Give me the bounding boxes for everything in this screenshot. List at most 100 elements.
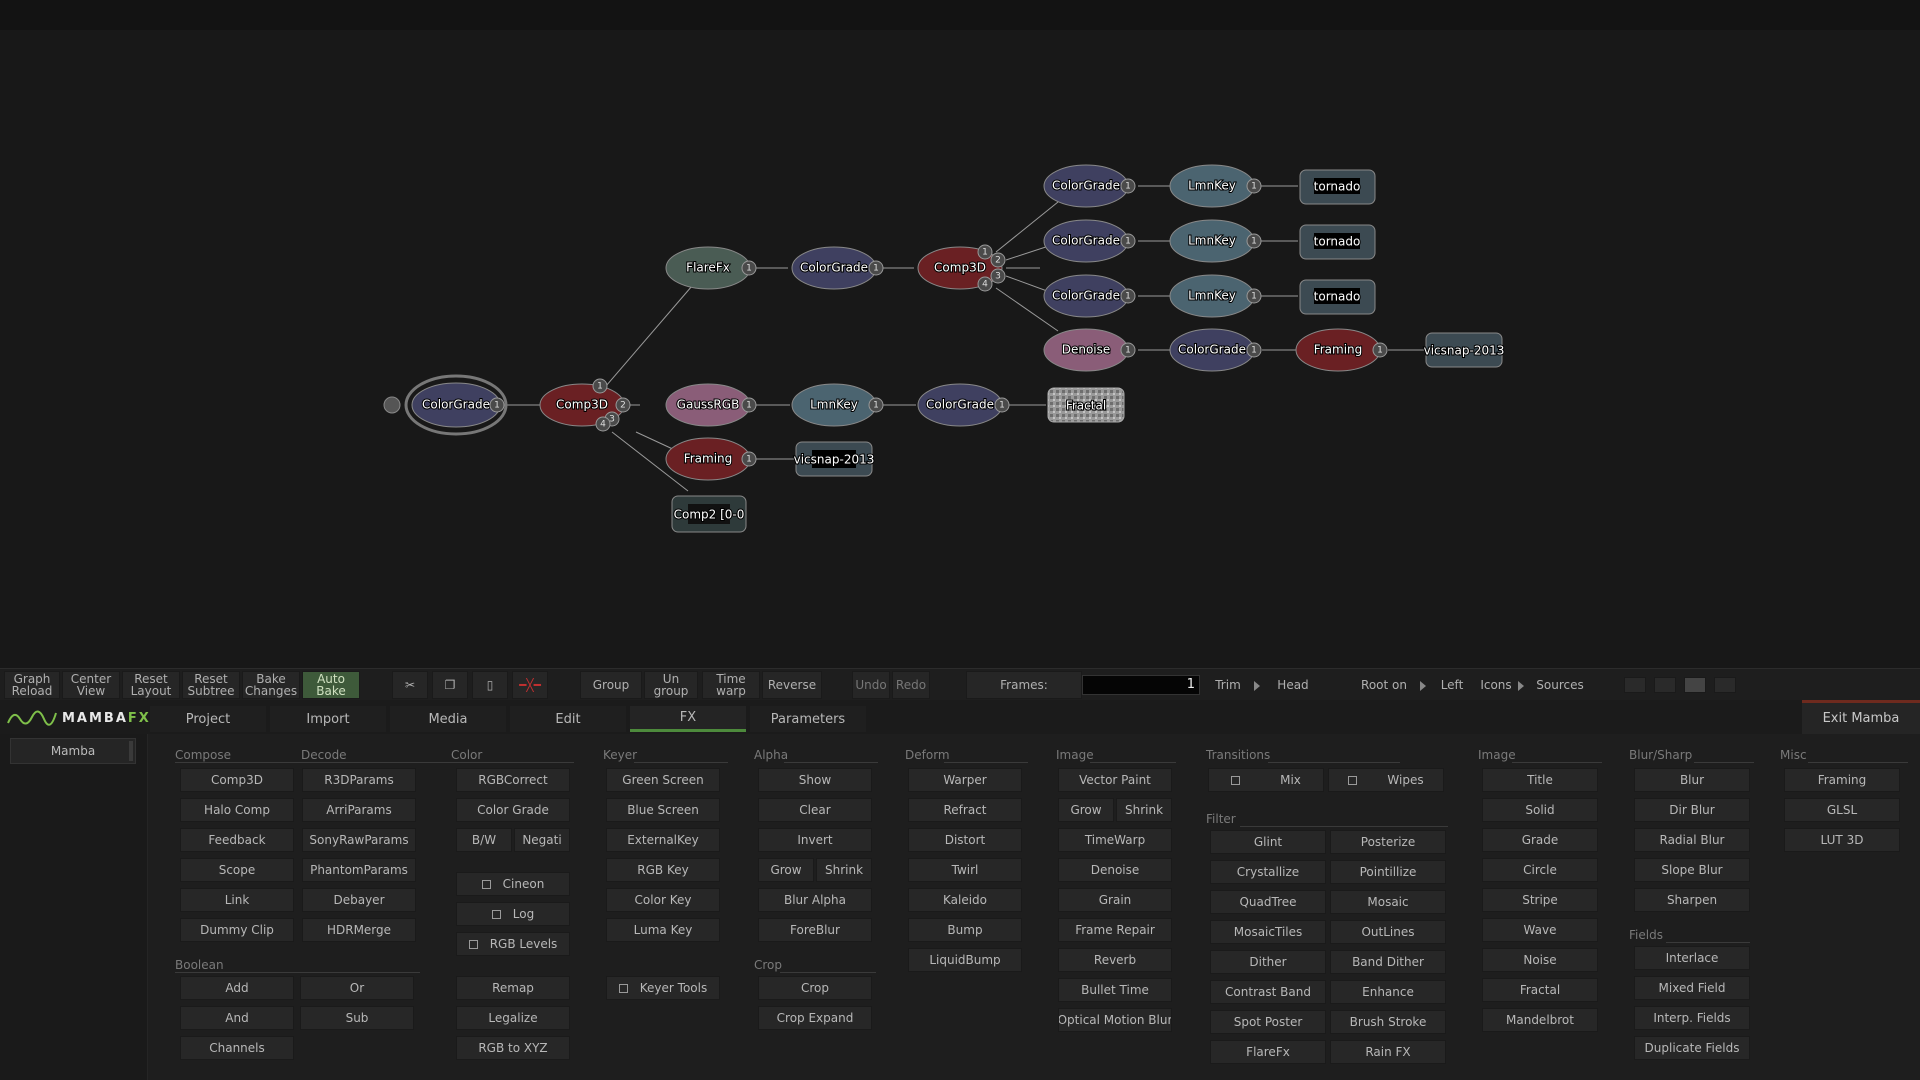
tab-edit[interactable]: Edit [510, 706, 626, 732]
node-graph[interactable]: ColorGrade Comp3D FlareFx ColorGrade Com… [0, 30, 1920, 668]
fx-solid-button[interactable]: Solid [1482, 798, 1598, 822]
left-label[interactable]: Left [1432, 671, 1472, 699]
fx-timewarp-button[interactable]: TimeWarp [1058, 828, 1172, 852]
fx-stripe-button[interactable]: Stripe [1482, 888, 1598, 912]
fx-glint-button[interactable]: Glint [1210, 830, 1326, 854]
cut-button[interactable]: ✂ [392, 671, 428, 699]
fx-liquidbump-button[interactable]: LiquidBump [908, 948, 1022, 972]
redo-button[interactable]: Redo [892, 671, 930, 699]
fx-grade-button[interactable]: Grade [1482, 828, 1598, 852]
copy-button[interactable]: ❐ [432, 671, 468, 699]
fx-radial-blur-button[interactable]: Radial Blur [1634, 828, 1750, 852]
fx-phantomparams-button[interactable]: PhantomParams [302, 858, 416, 882]
node-tornado-1[interactable]: tornado [1299, 169, 1376, 205]
paste-button[interactable]: ▯ [472, 671, 508, 699]
fx-rain-fx-button[interactable]: Rain FX [1330, 1040, 1446, 1064]
fx-dither-button[interactable]: Dither [1210, 950, 1326, 974]
fx-outlines-button[interactable]: OutLines [1330, 920, 1446, 944]
ungroup-button[interactable]: Un group [644, 671, 698, 699]
node-lmnkey-2[interactable]: LmnKey [1169, 219, 1255, 263]
fx-interlace-button[interactable]: Interlace [1634, 946, 1750, 970]
node-lmnkey-3[interactable]: LmnKey [1169, 274, 1255, 318]
fx-quadtree-button[interactable]: QuadTree [1210, 890, 1326, 914]
fx-shrink-button[interactable]: Shrink [1116, 798, 1172, 822]
node-tornado-3[interactable]: tornado [1299, 279, 1376, 315]
fx-sonyrawparams-button[interactable]: SonyRawParams [302, 828, 416, 852]
fx-title-button[interactable]: Title [1482, 768, 1598, 792]
fx-grow-button[interactable]: Grow [1058, 798, 1114, 822]
fx-log-toggle[interactable]: Log [456, 902, 570, 926]
fx-crop-button[interactable]: Crop [758, 976, 872, 1000]
fx-scope-button[interactable]: Scope [180, 858, 294, 882]
fx-spot-poster-button[interactable]: Spot Poster [1210, 1010, 1326, 1034]
fx-clear-button[interactable]: Clear [758, 798, 872, 822]
node-colorgrade-7[interactable]: ColorGrade [917, 383, 1003, 427]
node-colorgrade-3[interactable]: ColorGrade [1043, 164, 1129, 208]
bake-changes-button[interactable]: Bake Changes [242, 671, 300, 699]
fx-posterize-button[interactable]: Posterize [1330, 830, 1446, 854]
exit-mamba-button[interactable]: Exit Mamba [1802, 700, 1920, 734]
fx-bw-button[interactable]: B/W [456, 828, 512, 852]
node-colorgrade-5[interactable]: ColorGrade [1043, 274, 1129, 318]
fx-wave-button[interactable]: Wave [1482, 918, 1598, 942]
fx-wipes-toggle[interactable]: Wipes [1328, 768, 1444, 792]
fx-flarefx-button[interactable]: FlareFx [1210, 1040, 1326, 1064]
node-comp2[interactable]: Comp2 [0-0 [671, 495, 747, 533]
graph-reload-button[interactable]: Graph Reload [4, 671, 60, 699]
fx-link-button[interactable]: Link [180, 888, 294, 912]
node-tornado-2[interactable]: tornado [1299, 224, 1376, 260]
node-vicsnap-upper[interactable]: vicsnap-2013 [1423, 332, 1505, 368]
fx-foreblur-button[interactable]: ForeBlur [758, 918, 872, 942]
fx-color-grade-button[interactable]: Color Grade [456, 798, 570, 822]
fx-cineon-toggle[interactable]: Cineon [456, 872, 570, 896]
fx-contrast-band-button[interactable]: Contrast Band [1210, 980, 1326, 1004]
view-mode-2-icon[interactable] [1654, 677, 1676, 693]
node-denoise[interactable]: Denoise [1043, 328, 1129, 372]
fx-show-button[interactable]: Show [758, 768, 872, 792]
fx-rgb-levels-toggle[interactable]: RGB Levels [456, 932, 570, 956]
fx-dir-blur-button[interactable]: Dir Blur [1634, 798, 1750, 822]
fx-frame-repair-button[interactable]: Frame Repair [1058, 918, 1172, 942]
fx-add-button[interactable]: Add [180, 976, 294, 1000]
fx-lut-3d-button[interactable]: LUT 3D [1784, 828, 1900, 852]
fx-arriparams-button[interactable]: ArriParams [302, 798, 416, 822]
view-mode-3-icon[interactable] [1684, 677, 1706, 693]
fx-mosaictiles-button[interactable]: MosaicTiles [1210, 920, 1326, 944]
fx-rgb-key-button[interactable]: RGB Key [606, 858, 720, 882]
node-colorgrade-6[interactable]: ColorGrade [1169, 328, 1255, 372]
node-lmnkey-4[interactable]: LmnKey [791, 383, 877, 427]
fx-externalkey-button[interactable]: ExternalKey [606, 828, 720, 852]
root-output-dot[interactable] [383, 396, 401, 414]
frames-input[interactable]: 1 [1082, 675, 1200, 695]
fx-enhance-button[interactable]: Enhance [1330, 980, 1446, 1004]
fx-interp-fields-button[interactable]: Interp. Fields [1634, 1006, 1750, 1030]
fx-debayer-button[interactable]: Debayer [302, 888, 416, 912]
node-colorgrade-4[interactable]: ColorGrade [1043, 219, 1129, 263]
tab-media[interactable]: Media [390, 706, 506, 732]
fx-r3dparams-button[interactable]: R3DParams [302, 768, 416, 792]
root-on-label[interactable]: Root on [1352, 671, 1416, 699]
fx-bullet-time-button[interactable]: Bullet Time [1058, 978, 1172, 1002]
reset-subtree-button[interactable]: Reset Subtree [182, 671, 240, 699]
node-lmnkey-1[interactable]: LmnKey [1169, 164, 1255, 208]
fx-noise-button[interactable]: Noise [1482, 948, 1598, 972]
fx-sub-button[interactable]: Sub [300, 1006, 414, 1030]
view-mode-1-icon[interactable] [1624, 677, 1646, 693]
fx-framing-button[interactable]: Framing [1784, 768, 1900, 792]
fx-halo-comp-button[interactable]: Halo Comp [180, 798, 294, 822]
fx-denoise-button[interactable]: Denoise [1058, 858, 1172, 882]
node-gaussrgb[interactable]: GaussRGB [665, 383, 751, 427]
fx-twirl-button[interactable]: Twirl [908, 858, 1022, 882]
tab-project[interactable]: Project [150, 706, 266, 732]
fx-legalize-button[interactable]: Legalize [456, 1006, 570, 1030]
fx-reverb-button[interactable]: Reverb [1058, 948, 1172, 972]
tab-import[interactable]: Import [270, 706, 386, 732]
time-warp-button[interactable]: Time warp [702, 671, 760, 699]
fx-circle-button[interactable]: Circle [1482, 858, 1598, 882]
fx-band-dither-button[interactable]: Band Dither [1330, 950, 1446, 974]
group-button[interactable]: Group [580, 671, 642, 699]
fx-refract-button[interactable]: Refract [908, 798, 1022, 822]
fx-pointillize-button[interactable]: Pointillize [1330, 860, 1446, 884]
fx-channels-button[interactable]: Channels [180, 1036, 294, 1060]
fx-green-screen-button[interactable]: Green Screen [606, 768, 720, 792]
